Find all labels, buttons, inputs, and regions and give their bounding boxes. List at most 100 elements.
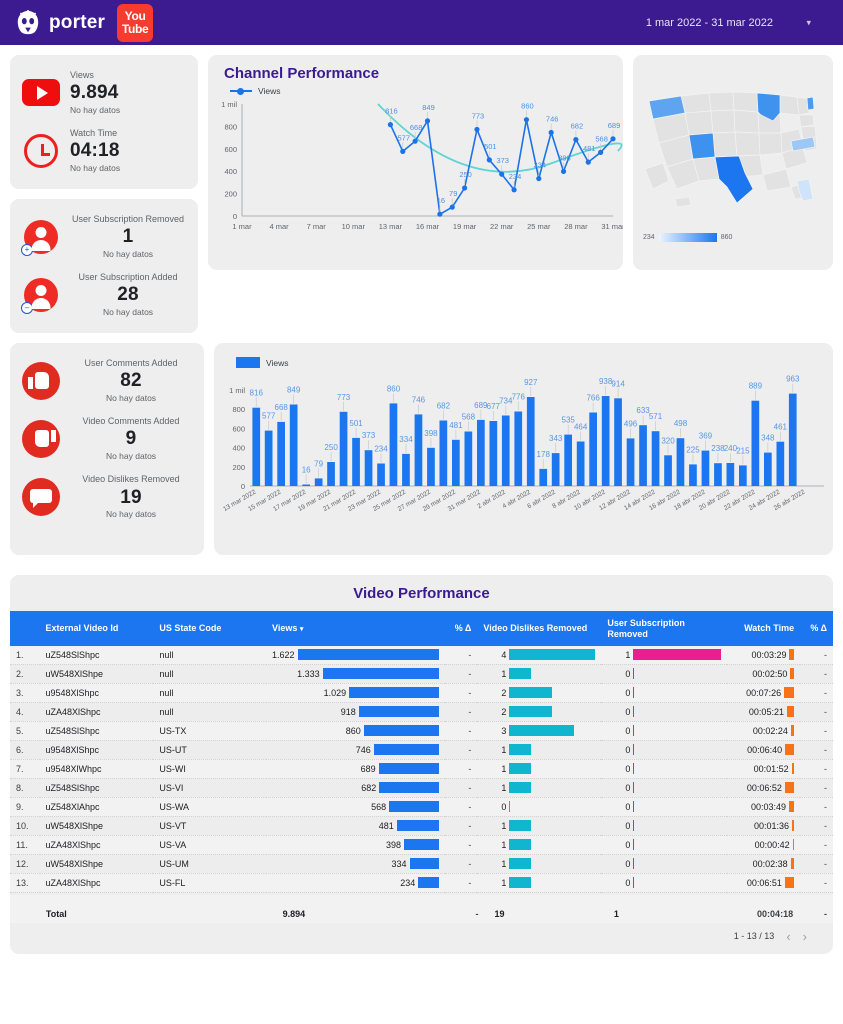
table-row[interactable]: 13. uZA48XlShpc US-FL 234 - 1 0 00:06:51 - <box>10 873 833 893</box>
cell-views-bar <box>322 668 439 680</box>
cell-views-value: 860 <box>345 725 361 736</box>
cell-external-video-id: uW548XlShpe <box>39 664 154 684</box>
cell-user-subscription-removed-bar <box>633 687 635 699</box>
chevron-down-icon[interactable]: ▾ <box>806 17 811 28</box>
table-row[interactable]: 3. u9548XlShpc null 1.029 - 2 0 00:07:26 - <box>10 683 833 703</box>
cell-video-dislikes-removed-value: 1 <box>501 820 507 831</box>
table-row[interactable]: 6. u9548XlShpc US-UT 746 - 1 0 00:06:40 - <box>10 740 833 760</box>
svg-text:1 mar: 1 mar <box>232 222 252 231</box>
cell-video-dislikes-removed-bar <box>509 744 531 756</box>
scorecard-subtitle: No hay datos <box>102 307 154 318</box>
svg-text:373: 373 <box>496 156 509 165</box>
row-index: 2. <box>10 664 40 684</box>
cell-user-subscription-removed-value: 0 <box>625 668 631 679</box>
svg-text:400: 400 <box>232 444 245 453</box>
map-legend-min: 234 <box>643 234 655 241</box>
cell-external-video-id: u9548XlShpc <box>39 740 154 760</box>
scorecard-subscription-added[interactable]: – User Subscription Added 28 No hay dato… <box>20 266 188 324</box>
cell-user-subscription-removed-value: 0 <box>625 858 631 869</box>
cell-video-dislikes-removed: 3 <box>477 721 602 741</box>
cell-delta-views: - <box>444 816 478 836</box>
cell-user-subscription-removed-value: 0 <box>625 763 631 774</box>
svg-text:668: 668 <box>275 403 289 412</box>
svg-text:28 mar: 28 mar <box>564 222 588 231</box>
col-watch-time[interactable]: Watch Time <box>727 611 801 646</box>
scorecard-value: 28 <box>117 284 139 306</box>
cell-external-video-id: uZ548SlShpc <box>39 778 154 798</box>
cell-delta-views: - <box>444 873 478 893</box>
cell-us-state-code: US-VI <box>153 778 267 798</box>
scorecard-value: 1 <box>122 226 134 248</box>
next-page-button[interactable]: › <box>803 929 807 944</box>
cell-delta-watch: - <box>800 664 833 684</box>
cell-external-video-id: u9548XlShpc <box>39 683 154 703</box>
cell-video-dislikes-removed-value: 1 <box>501 744 507 755</box>
table-row[interactable]: 1. uZ548SlShpc null 1.622 - 4 1 00:03:29 - <box>10 645 833 665</box>
col-video-dislikes-removed[interactable]: Video Dislikes Removed <box>477 611 602 646</box>
svg-text:773: 773 <box>337 393 351 402</box>
table-row[interactable]: 7. u9548XlWhpc US-WI 689-1 0 00:01:52- <box>10 759 833 779</box>
scorecard-title: Video Comments Added <box>82 416 180 427</box>
scorecard-user-comments-added[interactable]: User Comments Added 82 No hay datos <box>20 352 194 410</box>
cell-views: 334 <box>266 854 445 874</box>
table-row[interactable]: 11. uZA48XlShpc US-VA 398-1 0 00:00:42- <box>10 835 833 855</box>
col-views[interactable]: Views ▾ <box>266 611 445 646</box>
col-delta-views[interactable]: % Δ <box>444 611 478 646</box>
cell-watch-time: 00:07:26 <box>727 683 801 703</box>
svg-text:746: 746 <box>412 396 426 405</box>
svg-text:250: 250 <box>324 443 338 452</box>
legend-label: Views <box>258 86 281 96</box>
date-range-label[interactable]: 1 mar 2022 - 31 mar 2022 <box>646 17 773 29</box>
bar-chart-legend[interactable]: Views <box>214 343 833 369</box>
cell-delta-watch: - <box>800 778 833 798</box>
cell-watch-time: 00:02:24 <box>727 721 801 741</box>
table-row[interactable]: 2. uW548XlShpe null 1.333 - 1 0 00:02:50 - <box>10 664 833 684</box>
us-map-chart[interactable]: 234 860 <box>633 55 833 270</box>
table-row[interactable]: 5. uZ548SlShpc US-TX 860 - 3 0 00:02:24 - <box>10 721 833 741</box>
table-row[interactable]: 4. uZA48XlShpc null 918 - 2 0 00:05:21 - <box>10 702 833 722</box>
cell-delta-views: - <box>444 664 478 684</box>
total-views: 9.894 <box>282 908 306 919</box>
scorecard-subscription-removed[interactable]: + User Subscription Removed 1 No hay dat… <box>20 208 188 266</box>
cell-views-value: 1.333 <box>297 668 320 679</box>
svg-text:800: 800 <box>232 405 245 414</box>
cell-watch-time-bar <box>791 763 795 775</box>
col-us-state-code[interactable]: US State Code <box>153 611 267 646</box>
prev-page-button[interactable]: ‹ <box>786 929 790 944</box>
user-plus-icon: – <box>21 276 60 315</box>
svg-text:16 mar: 16 mar <box>416 222 440 231</box>
scorecard-subtitle: No hay datos <box>70 105 121 115</box>
cell-delta-watch: - <box>800 683 833 703</box>
cell-video-dislikes-removed: 1 <box>477 740 602 760</box>
scorecard-title: Watch Time <box>70 128 118 139</box>
scorecard-video-comments-added[interactable]: Video Comments Added 9 No hay datos <box>20 410 194 468</box>
scorecard-video-dislikes-removed[interactable]: Video Dislikes Removed 19 No hay datos <box>20 468 194 526</box>
scorecard-views[interactable]: Views 9.894 No hay datos <box>20 64 188 122</box>
table-row[interactable]: 8. uZ548SlShpc US-VI 682 - 1 0 00:06:52 - <box>10 778 833 798</box>
cell-views: 689 <box>266 759 445 779</box>
cell-user-subscription-removed-value: 0 <box>625 839 631 850</box>
cell-us-state-code: null <box>153 702 267 722</box>
cell-watch-time: 00:06:52 <box>727 778 801 798</box>
table-row[interactable]: 10. uW548XlShpe US-VT 481-1 0 00:01:36- <box>10 816 833 836</box>
scorecard-watch-time[interactable]: Watch Time 04:18 No hay datos <box>20 122 188 180</box>
svg-text:849: 849 <box>287 386 301 395</box>
svg-text:0: 0 <box>233 212 237 221</box>
channel-performance-chart[interactable]: Channel Performance Views 0 200 400 600 800 1… <box>208 55 623 270</box>
cell-views-bar <box>403 839 439 851</box>
row-index: 13. <box>10 873 40 893</box>
table-row[interactable]: 12. uW548XlShpe US-UM 334 - 1 0 00:02:38 - <box>10 854 833 874</box>
col-external-video-id[interactable]: External Video Id <box>39 611 154 646</box>
chart-legend[interactable]: Views <box>208 82 623 96</box>
brand: porter <box>14 9 105 36</box>
table-row[interactable]: 9. uZ548XlAhpc US-WA 568 - 0 0 00:03:49 - <box>10 797 833 817</box>
col-delta-watch[interactable]: % Δ <box>800 611 833 646</box>
cell-watch-time-bar <box>792 820 795 832</box>
cell-delta-views: - <box>444 854 478 874</box>
scorecard-title: Views <box>70 70 94 80</box>
cell-watch-time: 00:01:36 <box>727 816 801 836</box>
daily-views-bar-chart[interactable]: Views 0 200 400 600 800 1 mil 816 577 668 849 16 79… <box>214 343 833 556</box>
svg-text:320: 320 <box>661 436 675 445</box>
col-user-subscription-removed[interactable]: User Subscription Removed <box>601 611 728 646</box>
svg-text:766: 766 <box>586 394 600 403</box>
